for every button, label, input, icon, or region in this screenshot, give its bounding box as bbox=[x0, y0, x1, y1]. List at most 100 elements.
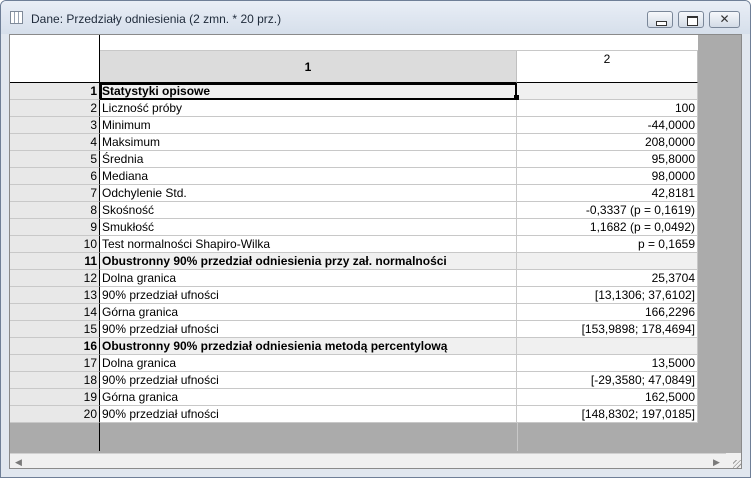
row-header[interactable]: 12 bbox=[10, 270, 100, 287]
row-header[interactable]: 8 bbox=[10, 202, 100, 219]
cell-label[interactable]: Maksimum bbox=[100, 134, 517, 151]
cell-label[interactable]: Górna granica bbox=[100, 389, 517, 406]
row-header[interactable]: 4 bbox=[10, 134, 100, 151]
table-row[interactable]: 8 Skośność -0,3337 (p = 0,1619) bbox=[10, 202, 699, 219]
cell-value[interactable]: p = 0,1659 bbox=[517, 236, 698, 253]
row-header[interactable]: 17 bbox=[10, 355, 100, 372]
row-header[interactable]: 14 bbox=[10, 304, 100, 321]
cell-value[interactable]: [148,8302; 197,0185] bbox=[517, 406, 698, 423]
table-row[interactable]: 14 Górna granica 166,2296 bbox=[10, 304, 699, 321]
row-header[interactable]: 3 bbox=[10, 117, 100, 134]
cell-value[interactable]: [13,1306; 37,6102] bbox=[517, 287, 698, 304]
cell-value[interactable]: -0,3337 (p = 0,1619) bbox=[517, 202, 698, 219]
cell-label[interactable]: Statystyki opisowe bbox=[100, 83, 517, 100]
cell-label[interactable]: 90% przedział ufności bbox=[100, 406, 517, 423]
row-header[interactable]: 5 bbox=[10, 151, 100, 168]
table-row[interactable]: 10 Test normalności Shapiro-Wilka p = 0,16… bbox=[10, 236, 699, 253]
row-header[interactable]: 16 bbox=[10, 338, 100, 355]
cell-label[interactable]: Skośność bbox=[100, 202, 517, 219]
cell-value[interactable]: [-29,3580; 47,0849] bbox=[517, 372, 698, 389]
row-header[interactable]: 9 bbox=[10, 219, 100, 236]
cell-value[interactable]: 162,5000 bbox=[517, 389, 698, 406]
empty-row-header-area bbox=[10, 423, 100, 451]
table-row[interactable]: 16 Obustronny 90% przedział odniesienia m… bbox=[10, 338, 699, 355]
column-header-1-label: 1 bbox=[304, 60, 312, 74]
cell-value[interactable]: 98,0000 bbox=[517, 168, 698, 185]
cell-label[interactable]: Dolna granica bbox=[100, 270, 517, 287]
cell-value[interactable]: 42,8181 bbox=[517, 185, 698, 202]
cell-label[interactable]: 90% przedział ufności bbox=[100, 372, 517, 389]
cell-value[interactable]: 13,5000 bbox=[517, 355, 698, 372]
maximize-button[interactable] bbox=[678, 11, 704, 28]
row-header[interactable]: 20 bbox=[10, 406, 100, 423]
row-header[interactable]: 1 bbox=[10, 83, 100, 100]
close-icon: ✕ bbox=[719, 12, 730, 26]
table-row[interactable]: 4 Maksimum 208,0000 bbox=[10, 134, 699, 151]
cell-value[interactable]: 95,8000 bbox=[517, 151, 698, 168]
cell-value[interactable]: [153,9898; 178,4694] bbox=[517, 321, 698, 338]
row-header[interactable]: 7 bbox=[10, 185, 100, 202]
column-header-2[interactable]: 2 bbox=[517, 51, 698, 83]
cell-value[interactable]: 208,0000 bbox=[517, 134, 698, 151]
row-header[interactable]: 15 bbox=[10, 321, 100, 338]
cell-value[interactable]: 166,2296 bbox=[517, 304, 698, 321]
spreadsheet-icon bbox=[10, 11, 23, 24]
cell-value[interactable]: -44,0000 bbox=[517, 117, 698, 134]
cell-label[interactable]: Obustronny 90% przedział odniesienia prz… bbox=[100, 253, 517, 270]
table-row[interactable]: 15 90% przedział ufności [153,9898; 178,46… bbox=[10, 321, 699, 338]
cell-label[interactable]: Górna granica bbox=[100, 304, 517, 321]
row-header[interactable]: 11 bbox=[10, 253, 100, 270]
table-row[interactable]: 7 Odchylenie Std. 42,8181 bbox=[10, 185, 699, 202]
cell-label[interactable]: Liczność próby bbox=[100, 100, 517, 117]
scroll-right-arrow-icon[interactable]: ▶ bbox=[708, 454, 725, 468]
data-grid[interactable]: 1 2 1 Statystyki opisowe 2 Liczność próby 10… bbox=[9, 34, 742, 469]
header-top-strip bbox=[10, 35, 699, 51]
cell-label[interactable]: Test normalności Shapiro-Wilka bbox=[100, 236, 517, 253]
table-row[interactable]: 6 Mediana 98,0000 bbox=[10, 168, 699, 185]
spreadsheet-window: Dane: Przedziały odniesienia (2 zmn. * 2… bbox=[0, 0, 751, 478]
grid-corner[interactable] bbox=[10, 35, 100, 83]
table-row[interactable]: 13 90% przedział ufności [13,1306; 37,6102… bbox=[10, 287, 699, 304]
cell-label[interactable]: Mediana bbox=[100, 168, 517, 185]
row-header[interactable]: 19 bbox=[10, 389, 100, 406]
cell-label[interactable]: Smukłość bbox=[100, 219, 517, 236]
cell-value[interactable]: 25,3704 bbox=[517, 270, 698, 287]
cell-value[interactable]: 1,1682 (p = 0,0492) bbox=[517, 219, 698, 236]
row-header[interactable]: 18 bbox=[10, 372, 100, 389]
table-row[interactable]: 18 90% przedział ufności [-29,3580; 47,084… bbox=[10, 372, 699, 389]
table-row[interactable]: 2 Liczność próby 100 bbox=[10, 100, 699, 117]
table-row[interactable]: 11 Obustronny 90% przedział odniesienia p… bbox=[10, 253, 699, 270]
cell-value[interactable] bbox=[517, 338, 698, 355]
cell-value[interactable] bbox=[517, 253, 698, 270]
scroll-left-arrow-icon[interactable]: ◀ bbox=[10, 454, 27, 468]
row-header[interactable]: 13 bbox=[10, 287, 100, 304]
table-row[interactable]: 12 Dolna granica 25,3704 bbox=[10, 270, 699, 287]
table-row[interactable]: 9 Smukłość 1,1682 (p = 0,0492) bbox=[10, 219, 699, 236]
cell-label[interactable]: Odchylenie Std. bbox=[100, 185, 517, 202]
row-header[interactable]: 10 bbox=[10, 236, 100, 253]
row-header[interactable]: 2 bbox=[10, 100, 100, 117]
row-header[interactable]: 6 bbox=[10, 168, 100, 185]
cell-label[interactable]: Minimum bbox=[100, 117, 517, 134]
table-row[interactable]: 17 Dolna granica 13,5000 bbox=[10, 355, 699, 372]
column-header-1[interactable]: 1 bbox=[100, 51, 517, 83]
cell-label[interactable]: 90% przedział ufności bbox=[100, 287, 517, 304]
table-row[interactable]: 19 Górna granica 162,5000 bbox=[10, 389, 699, 406]
cell-value[interactable] bbox=[517, 83, 698, 100]
horizontal-scrollbar[interactable]: ◀ ▶ bbox=[10, 453, 726, 468]
table-row[interactable]: 3 Minimum -44,0000 bbox=[10, 117, 699, 134]
title-bar[interactable]: Dane: Przedziały odniesienia (2 zmn. * 2… bbox=[1, 1, 750, 34]
vertical-scrollbar[interactable] bbox=[726, 35, 741, 453]
cell-label[interactable]: Dolna granica bbox=[100, 355, 517, 372]
table-row[interactable]: 1 Statystyki opisowe bbox=[10, 83, 699, 100]
cell-label[interactable]: Średnia bbox=[100, 151, 517, 168]
table-row[interactable]: 5 Średnia 95,8000 bbox=[10, 151, 699, 168]
cell-label[interactable]: 90% przedział ufności bbox=[100, 321, 517, 338]
close-button[interactable]: ✕ bbox=[709, 11, 740, 28]
table-row[interactable]: 20 90% przedział ufności [148,8302; 197,01… bbox=[10, 406, 699, 423]
cell-value[interactable]: 100 bbox=[517, 100, 698, 117]
cell-label[interactable]: Obustronny 90% przedział odniesienia met… bbox=[100, 338, 517, 355]
minimize-button[interactable] bbox=[647, 11, 673, 28]
size-grip-icon[interactable] bbox=[726, 453, 741, 468]
window-title: Dane: Przedziały odniesienia (2 zmn. * 2… bbox=[31, 12, 282, 26]
